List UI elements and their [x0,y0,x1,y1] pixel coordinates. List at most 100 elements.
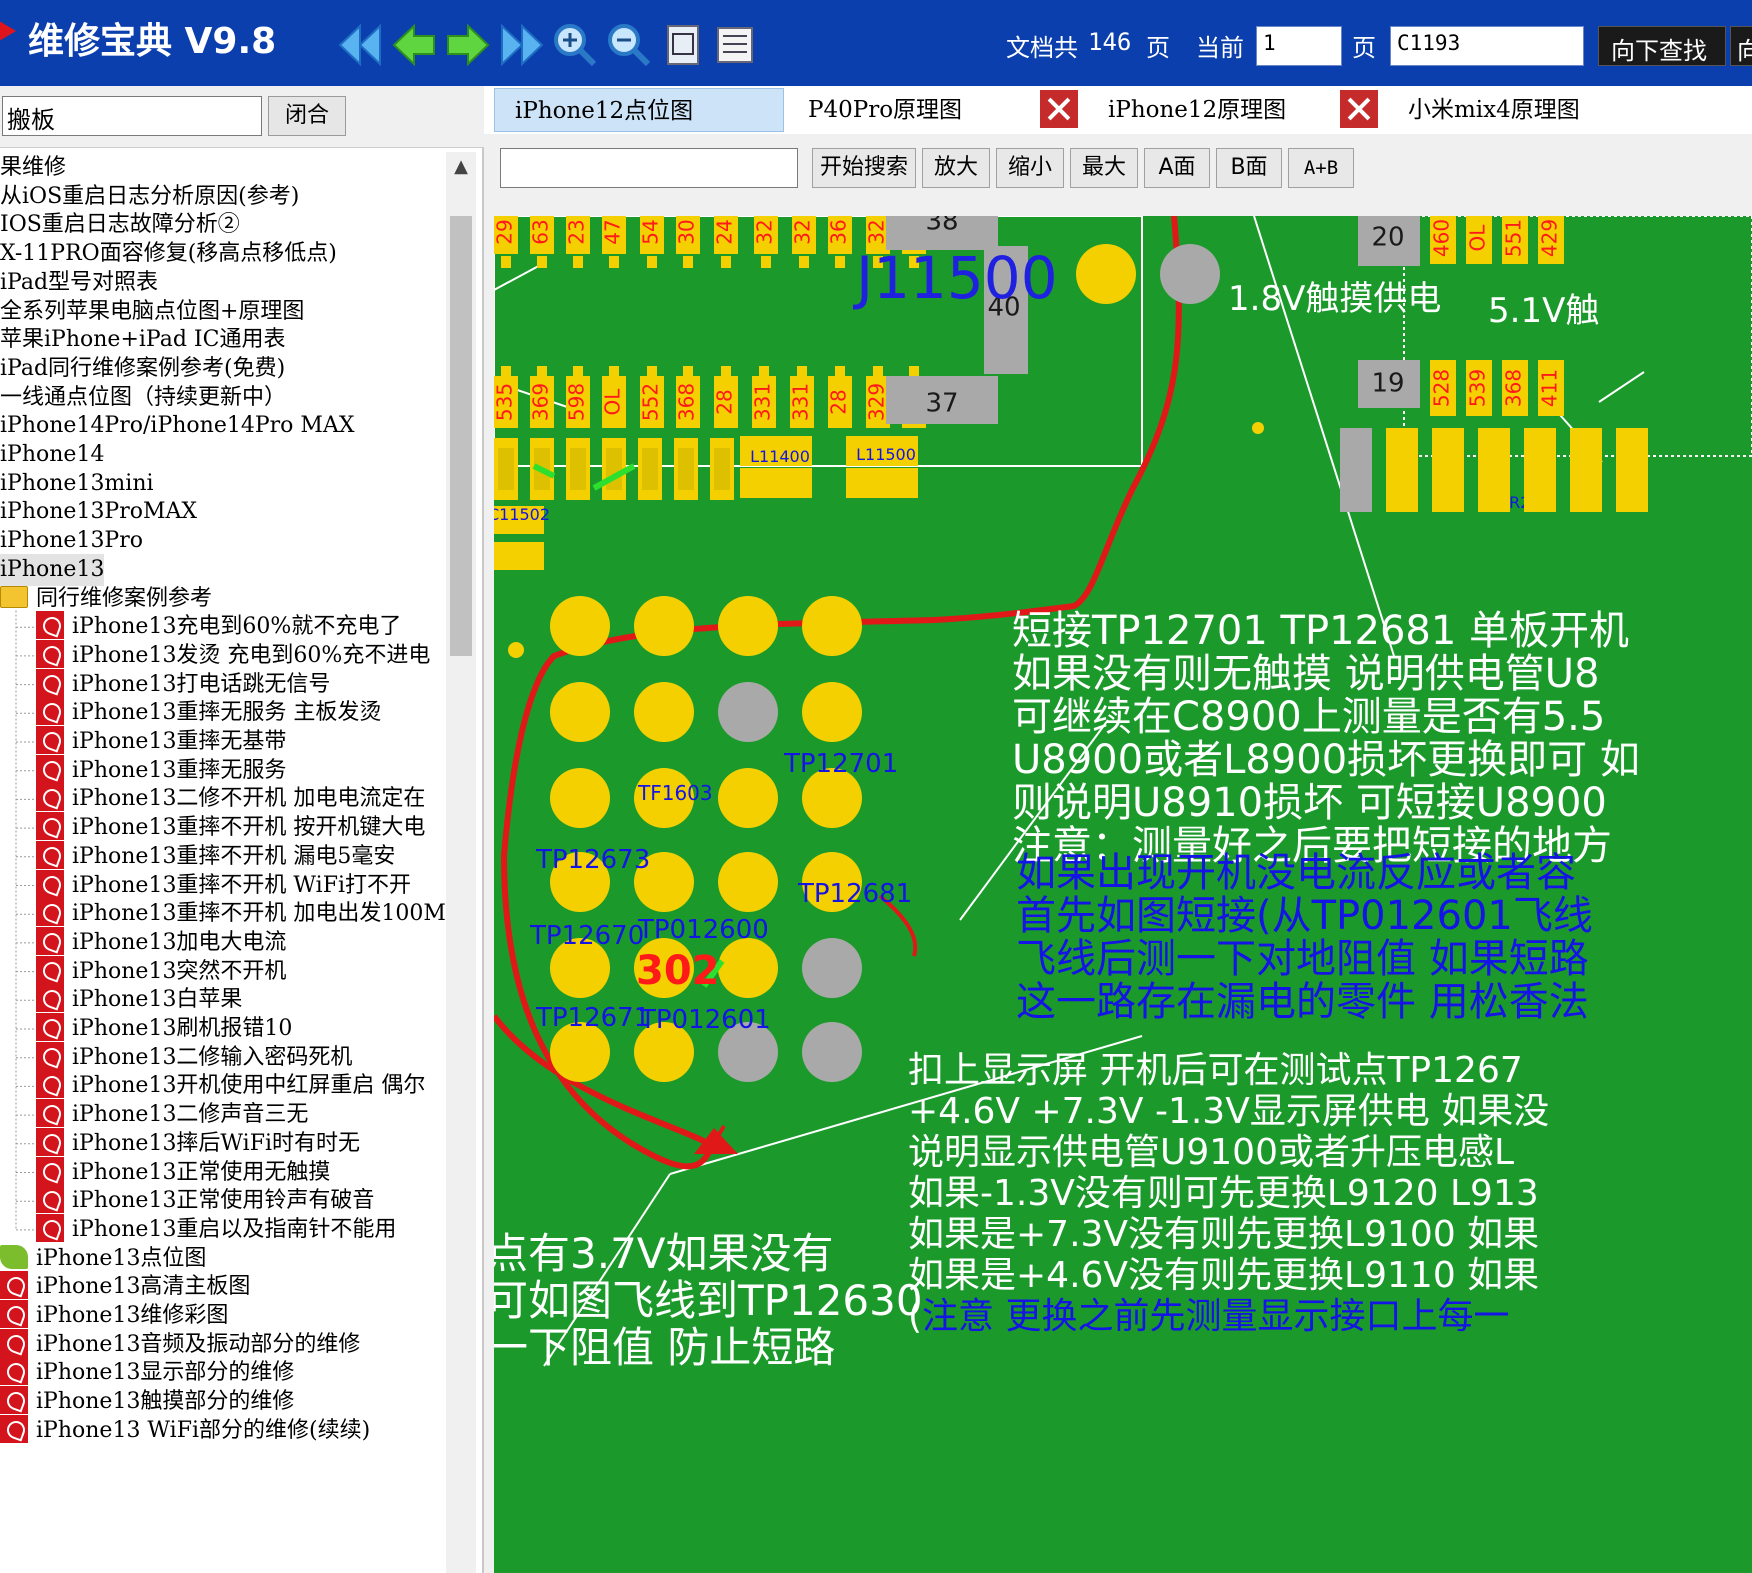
tree-item[interactable]: 从iOS重启日志分析原因(参考) [0,181,299,213]
annotation-display-power: 扣上显示屏 开机后可在测试点TP1267 +4.6V +7.3V -1.3V显示屏… [908,1050,1549,1337]
tree-item[interactable]: iPhone13开机使用中红屏重启 偶尔 [36,1070,425,1102]
tree-search-bar: 搬板 闭合 [0,86,484,148]
pdf-file-icon [36,926,64,955]
print-icon[interactable] [710,20,760,70]
start-search-button[interactable]: 开始搜索 [812,148,916,188]
pdf-file-icon [0,1414,28,1443]
annotation-flywire: 点有3.7V如果没有 可如图飞线到TP12630 一下阻值 防止短路 [494,1230,923,1371]
tree-item[interactable]: iPad型号对照表 [0,267,158,299]
tree-item[interactable]: iPhone13刷机报错10 [36,1013,292,1045]
last-page-icon[interactable] [496,20,546,70]
tree-scrollbar[interactable]: ▲ [446,152,476,1573]
current-page-input[interactable]: 1 [1256,26,1342,66]
pdf-file-icon [36,955,64,984]
tree-item[interactable]: iPhone13触摸部分的维修 [0,1386,294,1418]
tab-iphone12-schematic[interactable]: iPhone12原理图 [1104,88,1334,132]
tree-item[interactable]: iPhone13ProMAX [0,496,197,528]
tree-item-label: X-11PRO面容修复(移高点移低点) [0,241,337,267]
find-text-input[interactable]: C1193 [1390,26,1584,66]
tree-search-input[interactable]: 搬板 [2,96,262,136]
first-page-icon[interactable] [336,20,386,70]
side-ab-button[interactable]: A+B [1288,148,1354,188]
pin-number: 19 [1371,369,1404,399]
side-b-button[interactable]: B面 [1216,148,1282,188]
tree-item[interactable]: iPhone13维修彩图 [0,1300,228,1332]
pin-label: 429 [1538,219,1562,257]
next-page-icon[interactable] [442,20,492,70]
previous-page-icon[interactable] [390,20,440,70]
boardview-canvas[interactable]: 296323475430243232363232535369598OL55236… [494,216,1752,1573]
tree-item[interactable]: iPhone13重摔不开机 WiFi打不开 [36,869,411,902]
tree-item[interactable]: 同行维修案例参考 [0,583,212,615]
tab-mimix4-schematic[interactable]: 小米mix4原理图 [1404,88,1704,132]
tree-item[interactable]: IOS重启日志故障分析② [0,209,240,241]
tree-item[interactable]: iPhone13点位图 [0,1243,206,1275]
tree-item[interactable]: iPhone13重摔不开机 按开机键大电 [36,812,425,844]
tree-item[interactable]: iPhone13高清主板图 [0,1271,250,1303]
tree-item[interactable]: iPhone13发烫 充电到60%充不进电 [36,639,430,672]
pdf-file-icon [36,840,64,869]
tree-item-label: IOS重启日志故障分析② [0,212,240,238]
component-pad [570,448,586,490]
zoom-in-button[interactable]: 放大 [922,148,990,188]
collapse-button[interactable]: 闭合 [268,96,346,136]
tree-item[interactable]: iPhone13加电大电流 [36,926,286,959]
tree-item[interactable]: iPhone13充电到60%就不充电了 [36,611,401,643]
tree-item[interactable]: X-11PRO面容修复(移高点移低点) [0,238,337,270]
tree-item[interactable]: iPhone13 WiFi部分的维修(续续) [0,1414,370,1447]
zoom-out-button[interactable]: 缩小 [996,148,1064,188]
tree-item[interactable]: iPhone13重摔无基带 [36,726,286,758]
tree-item[interactable]: iPad同行维修案例参考(免费) [0,353,285,385]
pin-label: 32 [753,219,777,244]
tree-item[interactable]: iPhone13二修输入密码死机 [36,1041,352,1074]
tree-item[interactable]: iPhone13重摔不开机 加电出发100M [36,898,446,930]
test-point-pad [802,1022,862,1082]
tree-item[interactable]: iPhone13二修不开机 加电电流定在 [36,783,425,815]
find-next-button[interactable]: 向下查找 [1598,26,1726,66]
tree-item[interactable]: iPhone13Pro [0,525,143,557]
tree-item[interactable]: iPhone13重摔无服务 主板发烫 [36,697,381,729]
pad-label: L11500 [856,445,916,464]
part-search-input[interactable] [500,148,798,188]
maximize-button[interactable]: 最大 [1070,148,1138,188]
test-point-pad [634,596,694,656]
tree-item[interactable]: 全系列苹果电脑点位图+原理图 [0,296,304,328]
annotation-line: 如果是+7.3V没有则先更换L9100 如果 [908,1214,1540,1255]
annotation-line: 如果没有则无触摸 说明供电管U8 [1012,651,1600,697]
tree-item[interactable]: iPhone13显示部分的维修 [0,1357,294,1389]
close-tab-icon[interactable] [1040,90,1078,128]
tree-item[interactable]: iPhone13二修声音三无 [36,1099,308,1131]
tree-item[interactable]: iPhone13打电话跳无信号 [36,668,330,701]
tree-item[interactable]: iPhone13正常使用铃声有破音 [36,1185,374,1217]
pin-label: 28 [827,389,851,414]
tree-item[interactable]: iPhone14Pro/iPhone14Pro MAX [0,410,354,442]
tree-item[interactable]: iPhone13 [0,553,105,586]
annotation-line: 如果出现开机没电流反应或者容 [1016,850,1576,896]
pad [647,256,657,268]
tree-item[interactable]: iPhone13摔后WiFi时有时无 [36,1127,360,1160]
scroll-up-icon[interactable]: ▲ [446,152,476,182]
find-prev-button[interactable]: 向 [1730,26,1752,66]
tree-item[interactable]: iPhone13音频及振动部分的维修 [0,1328,360,1361]
tree-item[interactable]: iPhone13mini [0,468,154,500]
tab-iphone12-boardview[interactable]: iPhone12点位图 [494,88,784,132]
tree-item[interactable]: iPhone13重摔无服务 [36,754,286,787]
zoom-out-icon[interactable] [604,20,654,70]
tree-item-label: iPhone14 [0,442,105,467]
zoom-in-icon[interactable] [550,20,600,70]
fit-page-icon[interactable] [658,20,708,70]
tree-item[interactable]: iPhone13突然不开机 [36,955,286,988]
tree-item[interactable]: iPhone13重摔不开机 漏电5毫安 [36,840,395,873]
tree-item[interactable]: 苹果iPhone+iPad IC通用表 [0,324,285,356]
tree-item[interactable]: 果维修 [0,152,66,184]
tree-item[interactable]: 一线通点位图（持续更新中） [0,382,286,414]
tree-item[interactable]: iPhone13重启以及指南针不能用 [36,1213,396,1246]
tree-item[interactable]: iPhone14 [0,439,104,471]
tree-item[interactable]: iPhone13白苹果 [36,984,242,1016]
scrollbar-thumb[interactable] [450,216,472,656]
tab-p40pro-schematic[interactable]: P40Pro原理图 [804,88,1034,132]
tree-item[interactable]: iPhone13正常使用无触摸 [36,1156,330,1189]
side-a-button[interactable]: A面 [1144,148,1210,188]
close-tab-icon[interactable] [1340,90,1378,128]
doc-total-prefix: 文档共 [1006,34,1078,62]
